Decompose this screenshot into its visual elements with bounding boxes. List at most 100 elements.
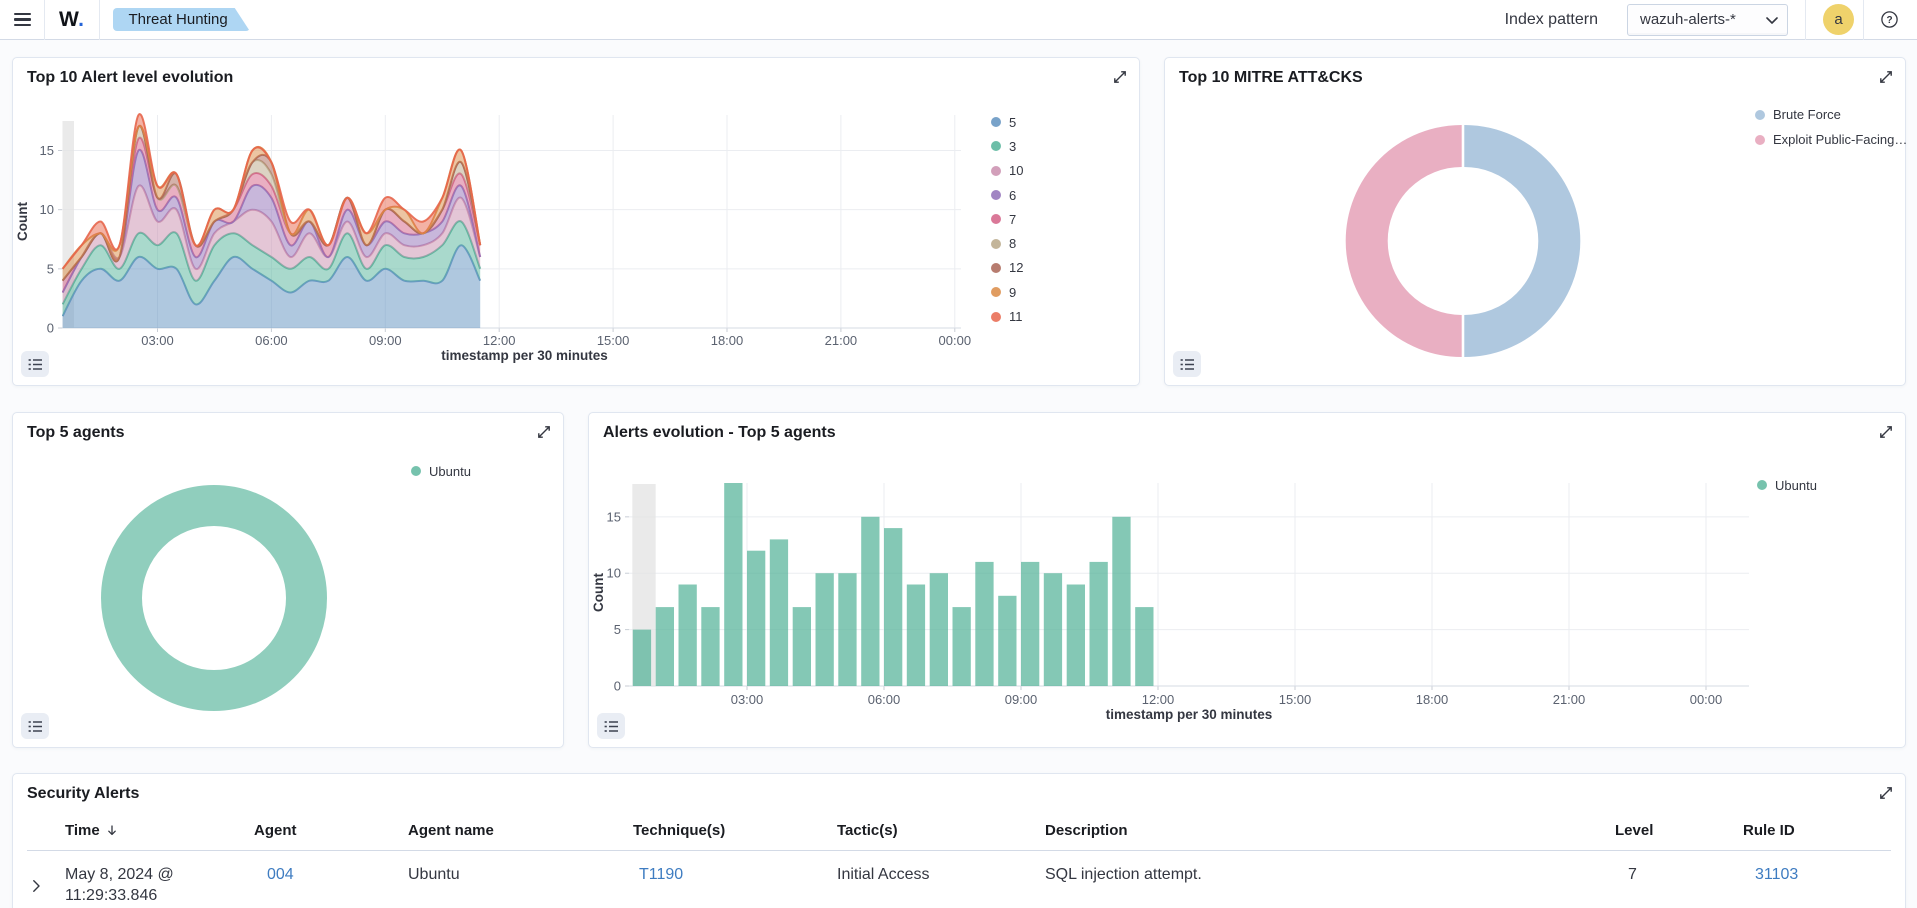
bar	[1044, 573, 1062, 686]
x-tick-label: 09:00	[369, 333, 402, 348]
expand-icon	[1878, 785, 1894, 801]
panel-title: Top 10 MITRE ATT&CKS	[1179, 69, 1363, 87]
legend-dot	[411, 466, 421, 476]
bar	[1112, 517, 1130, 686]
panel-alerts-evolution-agents: Alerts evolution - Top 5 agents 03:00 06:…	[588, 412, 1906, 748]
header-description[interactable]: Description	[1045, 822, 1615, 839]
legend-label: Ubuntu	[1775, 478, 1817, 493]
bar	[816, 573, 834, 686]
legend-dot	[1757, 480, 1767, 490]
legend-label: Brute Force	[1773, 107, 1841, 122]
expand-icon	[1878, 424, 1894, 440]
legend-item[interactable]: 9	[991, 280, 1023, 304]
x-tick-label: 03:00	[141, 333, 174, 348]
header-time[interactable]: Time	[65, 822, 254, 839]
bar	[1067, 585, 1085, 687]
y-tick-label: 5	[614, 622, 621, 637]
header-rule-id[interactable]: Rule ID	[1743, 822, 1891, 839]
legend-toggle-button[interactable]	[21, 713, 49, 739]
x-tick-label: 12:00	[483, 333, 516, 348]
rule-id-link[interactable]: 31103	[1755, 866, 1798, 883]
agents-donut-chart	[13, 413, 565, 749]
expand-panel-button[interactable]	[1108, 65, 1132, 89]
legend-item[interactable]: Ubuntu	[411, 459, 471, 483]
x-tick-label: 06:00	[868, 692, 901, 707]
legend-item[interactable]: Brute Force	[1755, 102, 1907, 127]
header-expand-column	[27, 822, 65, 839]
legend-label: 12	[1009, 260, 1023, 275]
index-pattern-select[interactable]: wazuh-alerts-*	[1627, 4, 1788, 36]
nav-right-group: Index pattern wazuh-alerts-* a ?	[1505, 0, 1917, 40]
legend-item[interactable]: 11	[991, 304, 1023, 328]
legend-toggle-button[interactable]	[21, 351, 49, 377]
y-tick-label: 0	[614, 679, 621, 694]
panel-title: Alerts evolution - Top 5 agents	[603, 424, 836, 442]
menu-hamburger-button[interactable]	[0, 0, 44, 40]
header-time-label: Time	[65, 822, 100, 839]
bar	[1135, 607, 1153, 686]
wazuh-logo[interactable]: W.	[59, 8, 85, 32]
y-axis-title: Count	[591, 573, 606, 612]
help-button[interactable]: ?	[1873, 4, 1905, 36]
legend-item[interactable]: 10	[991, 159, 1023, 183]
legend-item[interactable]: Exploit Public-Facing…	[1755, 127, 1907, 152]
chevron-down-icon	[1766, 17, 1778, 25]
bar	[793, 607, 811, 686]
y-axis-title: Count	[15, 202, 30, 241]
legend-label: 3	[1009, 139, 1016, 154]
header-level[interactable]: Level	[1615, 822, 1743, 839]
cell-agent: 004	[254, 864, 408, 906]
legend-label: 6	[1009, 188, 1016, 203]
legend-dot	[991, 141, 1001, 151]
header-agent-name[interactable]: Agent name	[408, 822, 633, 839]
bar	[1021, 562, 1039, 686]
list-icon	[28, 719, 43, 734]
user-avatar[interactable]: a	[1823, 4, 1854, 35]
legend-dot	[991, 263, 1001, 273]
header-agent[interactable]: Agent	[254, 822, 408, 839]
legend-item[interactable]: Ubuntu	[1757, 473, 1817, 497]
legend-item[interactable]: 12	[991, 256, 1023, 280]
expand-panel-button[interactable]	[1874, 420, 1898, 444]
panel-alert-level-evolution: Top 10 Alert level evolution 03:0006:000…	[12, 57, 1140, 386]
nav-divider	[1805, 0, 1806, 40]
technique-link[interactable]: T1190	[639, 866, 683, 883]
expand-icon	[1878, 69, 1894, 85]
legend-item[interactable]: 3	[991, 134, 1023, 158]
expand-panel-button[interactable]	[1874, 781, 1898, 805]
legend-item[interactable]: 6	[991, 183, 1023, 207]
security-alerts-table: Time Agent Agent name Technique(s) Tacti…	[27, 822, 1891, 906]
avatar-initial: a	[1834, 11, 1842, 28]
chevron-right-icon	[32, 879, 41, 893]
expand-panel-button[interactable]	[532, 420, 556, 444]
top-nav: W. Threat Hunting Index pattern wazuh-al…	[0, 0, 1917, 40]
bar	[930, 573, 948, 686]
agent-link[interactable]: 004	[267, 866, 294, 883]
x-tick-label: 15:00	[1279, 692, 1312, 707]
row-expand-button[interactable]	[30, 868, 43, 906]
cell-rule-id: 31103	[1743, 864, 1891, 906]
breadcrumb-threat-hunting[interactable]: Threat Hunting	[113, 8, 250, 31]
legend-item[interactable]: 5	[991, 110, 1023, 134]
x-tick-label: 15:00	[597, 333, 630, 348]
panel-title: Top 5 agents	[27, 424, 125, 442]
expand-panel-button[interactable]	[1874, 65, 1898, 89]
help-icon: ?	[1880, 10, 1899, 29]
cell-level: 7	[1615, 864, 1743, 906]
legend-toggle-button[interactable]	[597, 713, 625, 739]
legend-item[interactable]: 8	[991, 231, 1023, 255]
header-tactics[interactable]: Tactic(s)	[837, 822, 1045, 839]
legend-dot	[991, 166, 1001, 176]
legend-label: 10	[1009, 163, 1023, 178]
header-techniques[interactable]: Technique(s)	[633, 822, 837, 839]
legend-item[interactable]: 7	[991, 207, 1023, 231]
bar	[884, 528, 902, 686]
bar	[679, 585, 697, 687]
x-tick-label: 03:00	[731, 692, 764, 707]
donut-slice	[1464, 146, 1559, 336]
chart-legend: Brute Force Exploit Public-Facing…	[1755, 102, 1907, 152]
chart-legend: 5 3 10 6 78 12 911	[991, 110, 1023, 329]
legend-dot	[1755, 135, 1765, 145]
area-chart: 03:0006:0009:0012:0015:0018:0021:0000:00…	[13, 58, 1141, 387]
legend-toggle-button[interactable]	[1173, 351, 1201, 377]
